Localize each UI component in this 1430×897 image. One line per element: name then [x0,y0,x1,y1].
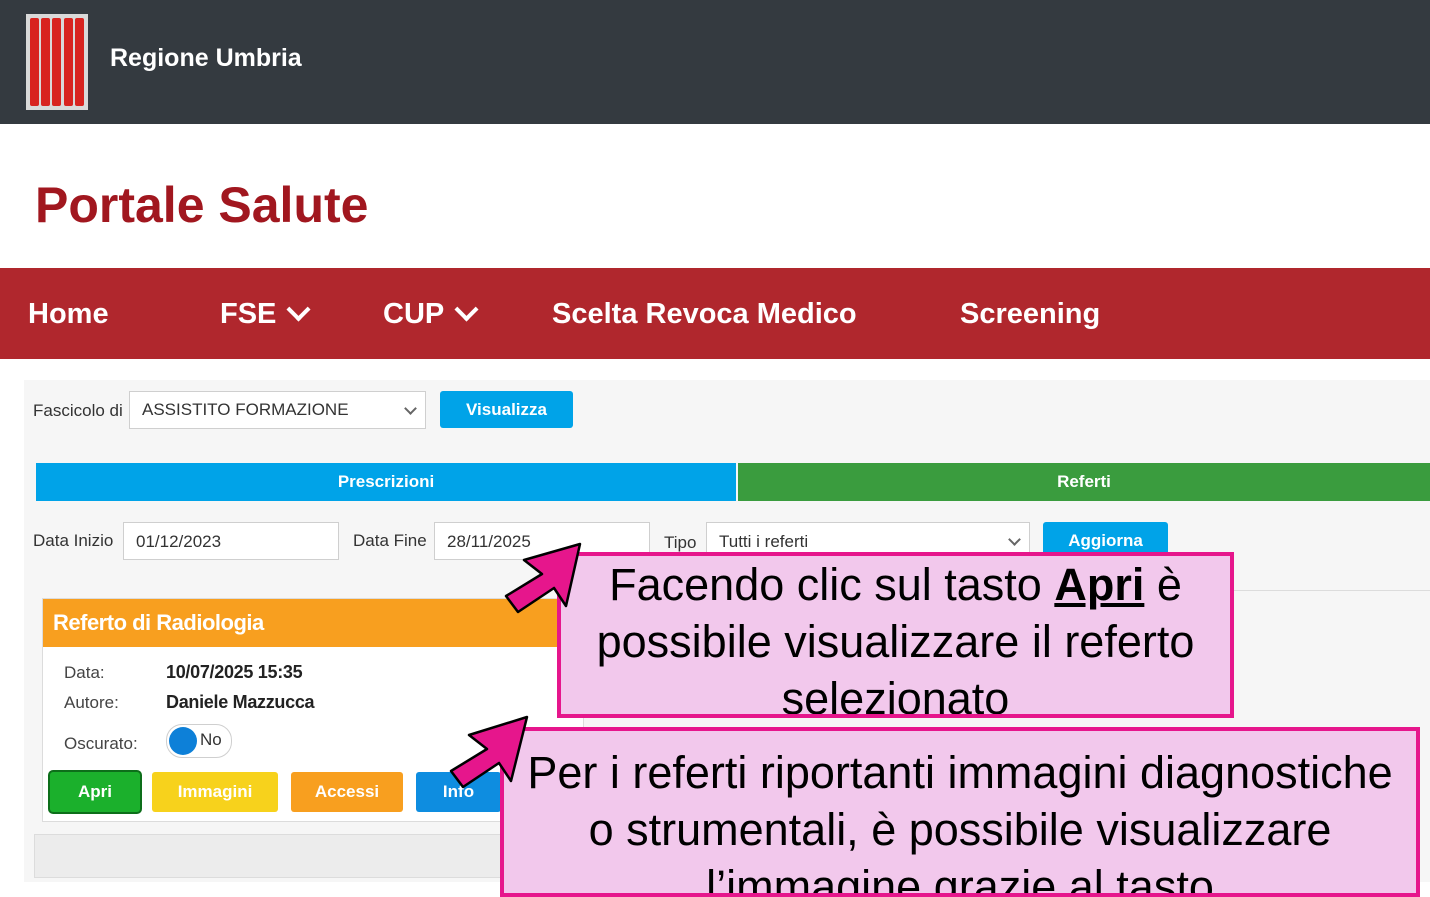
apri-button[interactable]: Apri [50,772,140,812]
tipo-label: Tipo [664,533,697,552]
nav-cup-label: CUP [383,298,445,330]
oscurato-toggle[interactable]: No [166,724,232,758]
nav-fse-label: FSE [220,298,277,330]
callout-apri-text-1: Facendo clic sul tasto [609,559,1055,610]
visualizza-button[interactable]: Visualizza [440,391,573,428]
nav-scelta-label: Scelta Revoca Medico [552,298,857,330]
data-fine-label: Data Fine [353,531,427,550]
accessi-button[interactable]: Accessi [291,772,403,812]
nav-fse[interactable]: FSE [220,297,311,331]
oscurato-value: No [200,730,222,749]
tab-prescrizioni[interactable]: Prescrizioni [36,463,736,501]
toggle-knob [169,727,197,755]
chevron-down-icon [454,297,479,322]
tipo-selected-value: Tutti i referti [719,532,809,551]
pointer-arrow-icon [504,542,582,614]
nav-home[interactable]: Home [28,298,109,331]
autore-label: Autore: [64,693,119,712]
region-name: Regione Umbria [110,44,302,72]
fascicolo-select[interactable]: ASSISTITO FORMAZIONE [129,391,426,429]
data-value: 10/07/2025 15:35 [166,662,303,682]
data-inizio-label: Data Inizio [33,531,114,550]
nav-screening-label: Screening [960,298,1101,330]
referto-card-title: Referto di Radiologia [43,599,583,647]
main-nav: Home FSE CUP Scelta Revoca Medico Screen… [0,268,1430,359]
tab-referti[interactable]: Referti [738,463,1430,501]
autore-value: Daniele Mazzucca [166,692,315,712]
nav-scelta-revoca[interactable]: Scelta Revoca Medico [552,298,857,331]
chevron-down-icon [286,297,311,322]
nav-home-label: Home [28,298,109,330]
callout-apri: Facendo clic sul tasto Apri è possibile … [557,552,1234,718]
callout-apri-bold: Apri [1054,559,1145,610]
oscurato-label: Oscurato: [64,734,138,753]
chevron-down-icon [404,402,417,415]
nav-screening[interactable]: Screening [960,298,1100,331]
regione-umbria-logo [26,14,88,110]
top-header: Regione Umbria [0,0,1430,124]
page-title: Portale Salute [35,177,369,233]
immagini-button[interactable]: Immagini [152,772,278,812]
data-inizio-input[interactable]: 01/12/2023 [123,522,339,560]
fascicolo-label: Fascicolo di [33,401,123,420]
callout-immagini-text: Per i referti riportanti immagini diagno… [527,747,1393,897]
data-label: Data: [64,663,105,682]
chevron-down-icon [1008,533,1021,546]
fascicolo-selected-value: ASSISTITO FORMAZIONE [142,400,349,419]
pointer-arrow-icon [449,715,529,789]
callout-immagini: Per i referti riportanti immagini diagno… [500,727,1420,897]
nav-cup[interactable]: CUP [383,297,479,331]
